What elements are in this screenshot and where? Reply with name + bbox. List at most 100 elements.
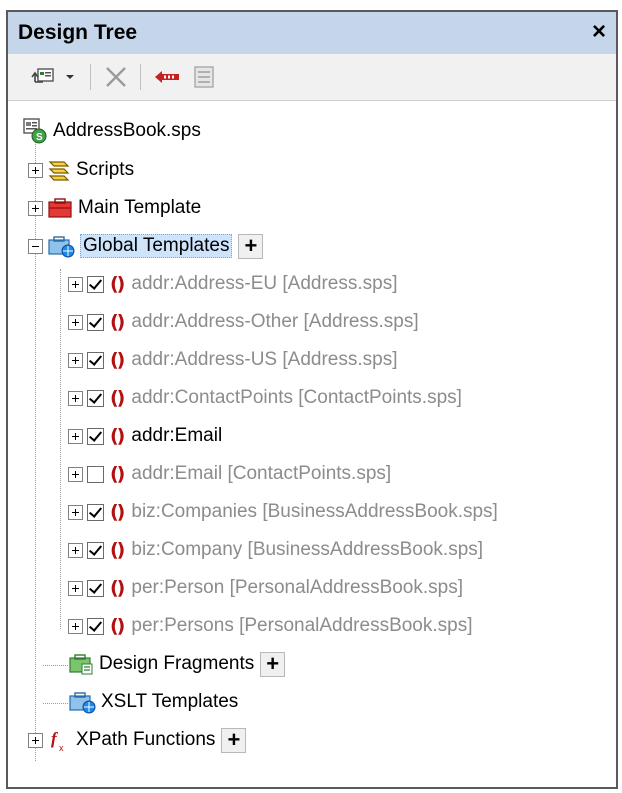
tree-view: S AddressBook.sps Scripts Main Template (8, 101, 616, 787)
design-tree-panel: Design Tree × S AddressBook.sps Scripts … (6, 10, 618, 789)
template-brackets-icon: () (110, 311, 125, 333)
template-label: addr:Email (131, 425, 223, 446)
template-checkbox[interactable] (87, 579, 104, 597)
remove-icon (155, 71, 179, 83)
panel-title: Design Tree (18, 21, 138, 44)
scripts-icon (48, 161, 70, 181)
add-xpath-function-button[interactable]: + (221, 727, 247, 753)
design-fragments-icon (69, 654, 93, 675)
tree-item-template[interactable]: () per:Persons [PersonalAddressBook.sps] (68, 610, 473, 642)
close-icon[interactable]: × (592, 18, 606, 46)
toolbar-separator (90, 64, 91, 90)
tree-item-template[interactable]: () addr:Address-EU [Address.sps] (68, 268, 398, 300)
tree-item-template[interactable]: () addr:Email [ContactPoints.sps] (68, 458, 391, 490)
template-label: biz:Company [BusinessAddressBook.sps] (131, 539, 484, 560)
dropdown-button[interactable] (63, 64, 77, 90)
tree-item-main-template[interactable]: Main Template (28, 192, 201, 224)
add-template-icon (31, 68, 54, 83)
tree-item-template[interactable]: () addr:Address-Other [Address.sps] (68, 306, 419, 338)
delete-icon (106, 67, 126, 87)
tree-item-template[interactable]: () addr:Email (68, 420, 222, 452)
properties-button[interactable] (188, 64, 220, 90)
add-template-button[interactable] (30, 64, 60, 90)
tree-item-xslt-templates[interactable]: XSLT Templates (68, 686, 238, 718)
template-label: addr:Address-EU [Address.sps] (131, 273, 398, 294)
tree-item-scripts[interactable]: Scripts (28, 154, 134, 186)
expand-icon[interactable] (68, 276, 83, 292)
tree-item-template[interactable]: () addr:Address-US [Address.sps] (68, 344, 398, 376)
expand-icon[interactable] (68, 580, 83, 596)
template-brackets-icon: () (110, 349, 125, 371)
expand-icon[interactable] (68, 314, 83, 330)
expand-icon[interactable] (28, 162, 43, 178)
properties-icon (194, 66, 214, 88)
main-template-label: Main Template (78, 197, 202, 218)
tree-item-xpath-functions[interactable]: f x XPath Functions + (28, 724, 247, 756)
template-checkbox[interactable] (87, 465, 104, 483)
tree-item-global-templates[interactable]: Global Templates + (28, 230, 264, 262)
remove-button[interactable] (151, 64, 183, 90)
template-checkbox[interactable] (87, 503, 104, 521)
svg-text:S: S (36, 132, 43, 143)
expand-icon[interactable] (68, 390, 83, 406)
expand-icon[interactable] (68, 466, 83, 482)
template-label: per:Person [PersonalAddressBook.sps] (131, 577, 463, 598)
template-checkbox[interactable] (87, 541, 104, 559)
xpath-functions-icon: f x (51, 729, 64, 753)
template-brackets-icon: () (110, 539, 125, 561)
template-brackets-icon: () (110, 273, 125, 295)
expand-icon[interactable] (28, 200, 43, 216)
template-label: per:Persons [PersonalAddressBook.sps] (131, 615, 473, 636)
expand-icon[interactable] (68, 352, 83, 368)
collapse-icon[interactable] (28, 238, 43, 254)
title-bar: Design Tree × (8, 12, 616, 54)
tree-item-template[interactable]: () per:Person [PersonalAddressBook.sps] (68, 572, 463, 604)
tree-item-template[interactable]: () addr:ContactPoints [ContactPoints.sps… (68, 382, 462, 414)
template-label: addr:ContactPoints [ContactPoints.sps] (131, 387, 462, 408)
root-label: AddressBook.sps (53, 120, 201, 141)
chevron-down-icon (66, 75, 74, 79)
template-label: addr:Address-Other [Address.sps] (131, 311, 419, 332)
toolbar (8, 54, 616, 101)
expand-icon[interactable] (68, 542, 83, 558)
xslt-templates-icon (69, 692, 96, 714)
xpath-functions-label: XPath Functions (76, 729, 216, 750)
template-label: addr:Address-US [Address.sps] (131, 349, 398, 370)
template-label: addr:Email [ContactPoints.sps] (131, 463, 392, 484)
svg-text:x: x (59, 743, 64, 753)
scripts-label: Scripts (76, 159, 135, 180)
expand-icon[interactable] (68, 504, 83, 520)
global-templates-label: Global Templates (80, 234, 233, 258)
template-brackets-icon: () (110, 615, 125, 637)
template-checkbox[interactable] (87, 351, 104, 369)
add-design-fragment-button[interactable]: + (260, 651, 286, 677)
expand-icon[interactable] (68, 428, 83, 444)
template-brackets-icon: () (110, 425, 125, 447)
template-brackets-icon: () (110, 577, 125, 599)
design-fragments-label: Design Fragments (99, 653, 255, 674)
expand-icon[interactable] (28, 732, 43, 748)
template-brackets-icon: () (110, 387, 125, 409)
svg-text:f: f (51, 729, 59, 748)
tree-item-template[interactable]: () biz:Company [BusinessAddressBook.sps] (68, 534, 483, 566)
add-global-template-button[interactable]: + (238, 233, 264, 259)
tree-root[interactable]: S AddressBook.sps (22, 115, 201, 147)
tree-connector (43, 665, 68, 666)
template-checkbox[interactable] (87, 275, 104, 293)
tree-item-design-fragments[interactable]: Design Fragments + (68, 648, 286, 680)
global-templates-icon (48, 236, 75, 258)
template-label: biz:Companies [BusinessAddressBook.sps] (131, 501, 498, 522)
template-checkbox[interactable] (87, 617, 104, 635)
template-checkbox[interactable] (87, 389, 104, 407)
template-brackets-icon: () (110, 501, 125, 523)
template-checkbox[interactable] (87, 427, 104, 445)
delete-button[interactable] (100, 64, 132, 90)
template-brackets-icon: () (110, 463, 125, 485)
sps-file-icon: S (23, 118, 47, 144)
expand-icon[interactable] (68, 618, 83, 634)
toolbar-separator (140, 64, 141, 90)
tree-connector (60, 269, 61, 629)
template-checkbox[interactable] (87, 313, 104, 331)
main-template-icon (48, 198, 72, 218)
tree-item-template[interactable]: () biz:Companies [BusinessAddressBook.sp… (68, 496, 498, 528)
